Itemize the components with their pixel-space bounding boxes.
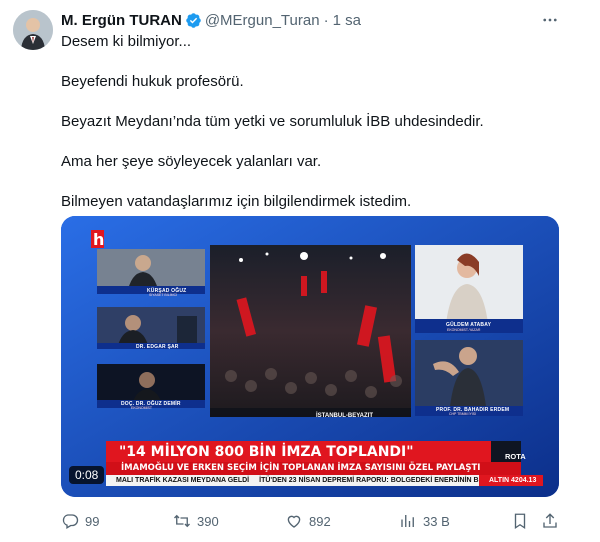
share-button[interactable] — [541, 510, 565, 532]
news-ticker: MALI TRAFİK KAZASI MEYDANA GELDİ İTÜ'DEN… — [116, 475, 489, 486]
video-timestamp: 0:08 — [69, 466, 105, 484]
ticker-item: İTÜ'DEN 23 NİSAN DEPREMİ RAPORU: BOLGEDE… — [259, 477, 479, 484]
tweet-actions: 99 390 892 33 B — [61, 510, 559, 532]
share-icon — [543, 513, 557, 528]
separator: · — [323, 11, 329, 29]
panel-4-title: EKONOMİST-YAZAR — [447, 328, 481, 332]
tweet-text: Desem ki bilmiyor... Beyefendi hukuk pro… — [61, 32, 571, 232]
avatar[interactable] — [13, 10, 53, 50]
reply-button[interactable]: 99 — [61, 510, 99, 532]
author-handle[interactable]: @MErgun_Turan — [205, 12, 320, 29]
ticker-item: MALI TRAFİK KAZASI MEYDANA GELDİ — [116, 477, 250, 484]
video-player[interactable]: h KÜRŞAD OĞUZ SİYASET BİLİMCİ DR. EDGAR … — [61, 216, 559, 497]
svg-text:h: h — [93, 230, 104, 249]
tweet-header: M. Ergün TURAN @MErgun_Turan · 1 sa — [61, 10, 361, 30]
panel-5-title: CHP TBMM İYİSİ — [449, 412, 477, 416]
gold-price: ALTIN 4204.13 — [489, 477, 537, 484]
bookmark-button[interactable] — [511, 510, 535, 532]
tweet-paragraph: Beyazıt Meydanı’nda tüm yetki ve sorumlu… — [61, 113, 484, 130]
repost-button[interactable]: 390 — [173, 510, 219, 532]
repost-count: 390 — [197, 513, 219, 529]
more-icon[interactable] — [540, 10, 560, 30]
like-button[interactable]: 892 — [285, 510, 331, 532]
views-count: 33 B — [423, 513, 450, 529]
tweet-paragraph: Beyefendi hukuk profesörü. — [61, 73, 244, 90]
location-label: İSTANBUL-BEYAZIT — [316, 413, 373, 419]
tweet-time[interactable]: 1 sa — [333, 12, 361, 29]
banner-subline: İMAMOĞLU VE ERKEN SEÇİM İÇİN TOPLANAN İM… — [121, 463, 481, 473]
rota-label: ROTA — [505, 452, 526, 461]
like-count: 892 — [309, 513, 331, 529]
author-name[interactable]: M. Ergün TURAN — [61, 12, 182, 29]
panel-3-title: EKONOMİST — [131, 406, 153, 410]
bookmark-icon — [514, 513, 526, 530]
panel-2-name: DR. EDGAR ŞAR — [136, 344, 179, 350]
reply-icon — [62, 514, 79, 529]
verified-badge-icon — [185, 12, 202, 29]
views-button[interactable]: 33 B — [399, 510, 450, 532]
repost-icon — [174, 514, 190, 528]
tweet-paragraph: Bilmeyen vatandaşlarımız için bilgilendi… — [61, 193, 412, 210]
banner-headline: "14 MİLYON 800 BİN İMZA TOPLANDI" — [119, 444, 414, 460]
reply-count: 99 — [85, 513, 100, 529]
tweet-paragraph: Desem ki bilmiyor... — [61, 33, 192, 50]
heart-icon — [287, 515, 301, 528]
tweet-paragraph: Ama her şeye söyleyecek yalanları var. — [61, 153, 322, 170]
analytics-icon — [401, 515, 414, 527]
panel-1-title: SİYASET BİLİMCİ — [149, 293, 178, 297]
